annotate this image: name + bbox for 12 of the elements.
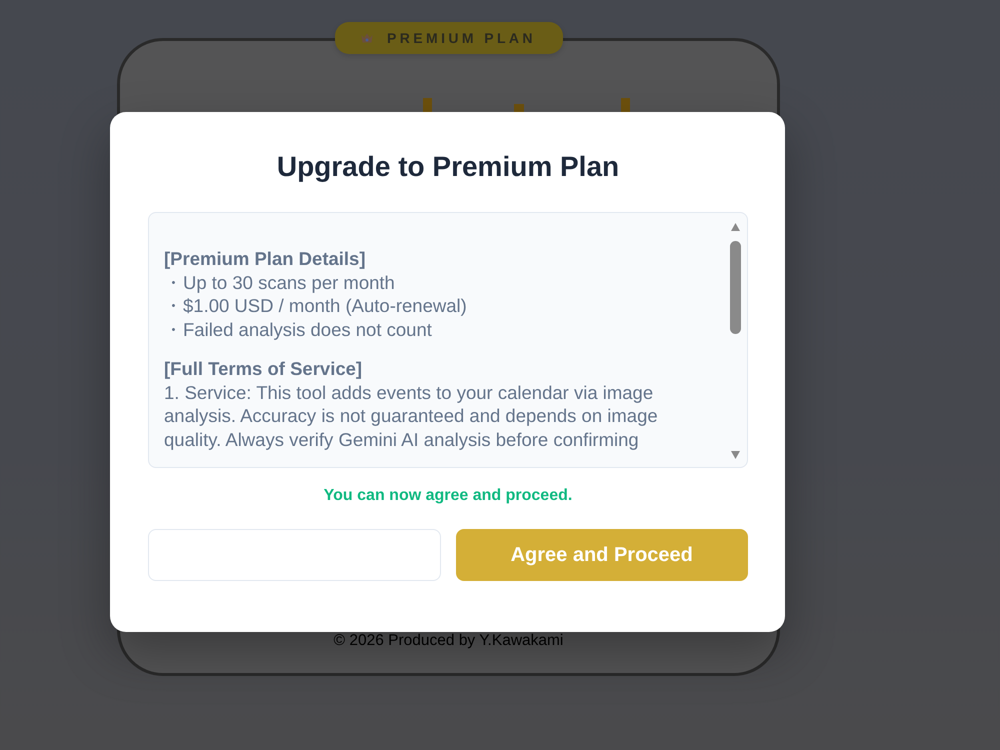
dialog-title: Upgrade to Premium Plan bbox=[276, 150, 620, 184]
plan-detail-text: ・Failed analysis does not count bbox=[164, 318, 433, 341]
agree-button[interactable]: Agree and Proceed bbox=[456, 529, 748, 581]
plan-detail-text: ・Up to 30 scans per month bbox=[164, 270, 396, 294]
copyright-text: © 2026 Produced by Y.Kawakami bbox=[334, 632, 564, 650]
plan-detail-text: ・$1.00 USD / month (Auto-renewal) bbox=[164, 294, 468, 318]
crown-icon bbox=[361, 33, 374, 43]
plan-label: PREMIUM PLAN bbox=[387, 30, 536, 46]
section-heading: [Premium Plan Details] bbox=[164, 247, 367, 270]
terms-paragraph: 1. Service: This tool adds events to your calendar via image analysis. Accuracy is not guaranteed and depends on image quality. Always verify Gemini AI analysis before confirming bbox=[164, 380, 659, 451]
section-heading: [Full Terms of Service] bbox=[164, 357, 364, 380]
status-message: You can now agree and proceed. bbox=[324, 486, 572, 506]
